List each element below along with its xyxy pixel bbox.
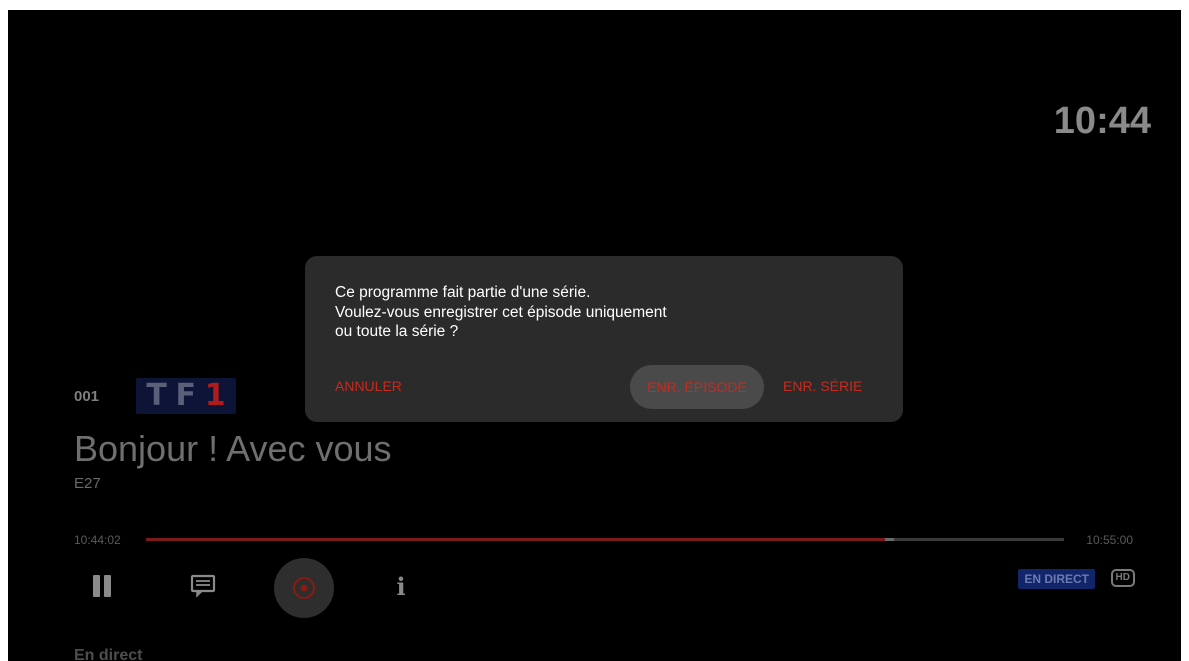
start-time: 10:44:02 bbox=[74, 533, 121, 547]
episode-number: E27 bbox=[74, 475, 101, 492]
cancel-button[interactable]: ANNULER bbox=[335, 376, 402, 396]
playback-controls: i bbox=[76, 558, 1126, 618]
record-episode-button[interactable]: ENR. ÉPISODE bbox=[630, 365, 764, 409]
channel-number: 001 bbox=[74, 387, 100, 405]
subtitles-icon bbox=[190, 574, 216, 598]
info-icon: i bbox=[396, 571, 406, 601]
dialog-message-line: Ce programme fait partie d'une série. bbox=[335, 284, 591, 301]
record-icon bbox=[293, 577, 315, 599]
dialog-message: Ce programme fait partie d'une série. Vo… bbox=[335, 283, 667, 342]
channel-logo-letter: T bbox=[146, 378, 167, 413]
info-button[interactable]: i bbox=[391, 571, 411, 601]
pause-icon bbox=[91, 575, 113, 597]
channel-info: 001 T F 1 bbox=[74, 378, 236, 414]
tv-screen: 10:44 001 T F 1 Bonjour ! Avec vous E27 … bbox=[8, 10, 1181, 661]
program-title: Bonjour ! Avec vous bbox=[74, 428, 392, 469]
live-badge: EN DIRECT bbox=[1018, 569, 1095, 589]
clock: 10:44 bbox=[1053, 100, 1151, 142]
pause-button[interactable] bbox=[90, 572, 114, 600]
channel-logo: T F 1 bbox=[136, 378, 236, 414]
record-button[interactable] bbox=[274, 558, 334, 618]
progress-fill bbox=[146, 538, 885, 541]
channel-logo-letter: 1 bbox=[204, 378, 226, 413]
progress-bar[interactable] bbox=[146, 538, 1064, 541]
channel-logo-letter: F bbox=[175, 378, 197, 413]
dialog-message-line: ou toute la série ? bbox=[335, 323, 459, 340]
end-time: 10:55:00 bbox=[1086, 533, 1133, 547]
dialog-message-line: Voulez-vous enregistrer cet épisode uniq… bbox=[335, 303, 667, 321]
record-series-dialog: Ce programme fait partie d'une série. Vo… bbox=[305, 256, 903, 422]
section-label: En direct bbox=[74, 647, 143, 661]
record-series-button[interactable]: ENR. SÉRIE bbox=[783, 376, 862, 396]
subtitles-button[interactable] bbox=[188, 571, 218, 601]
hd-badge: HD bbox=[1110, 569, 1135, 587]
